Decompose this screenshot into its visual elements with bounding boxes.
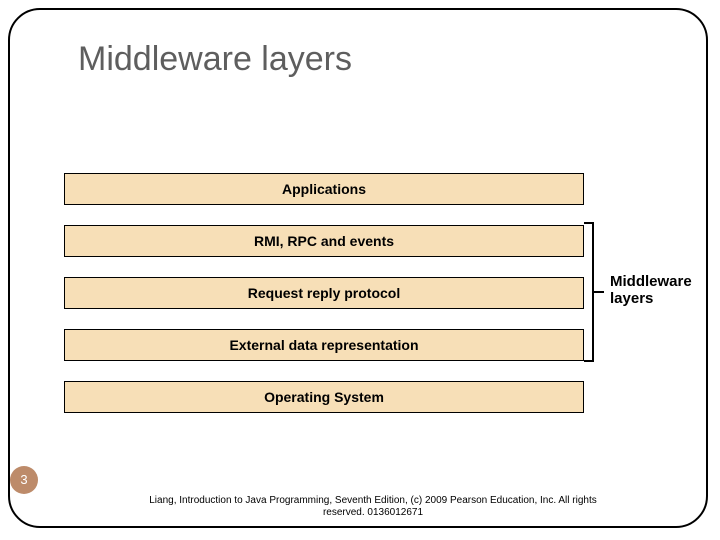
slide-rounded-border [8,8,708,528]
footer-citation: Liang, Introduction to Java Programming,… [128,495,618,519]
bracket-bottom-cap [584,360,592,362]
page-number: 3 [10,466,38,494]
bracket-label: Middleware layers [610,273,692,307]
layer-external-data-representation: External data representation [64,329,584,361]
bracket-top-cap [584,222,592,224]
bracket-label-line2: layers [610,290,653,307]
layer-applications: Applications [64,173,584,205]
slide-title: Middleware layers [78,40,352,79]
bracket-middle-tick [594,291,604,293]
bracket-label-line1: Middleware [610,273,692,290]
layer-request-reply-protocol: Request reply protocol [64,277,584,309]
layer-rmi-rpc-events: RMI, RPC and events [64,225,584,257]
layer-operating-system: Operating System [64,381,584,413]
